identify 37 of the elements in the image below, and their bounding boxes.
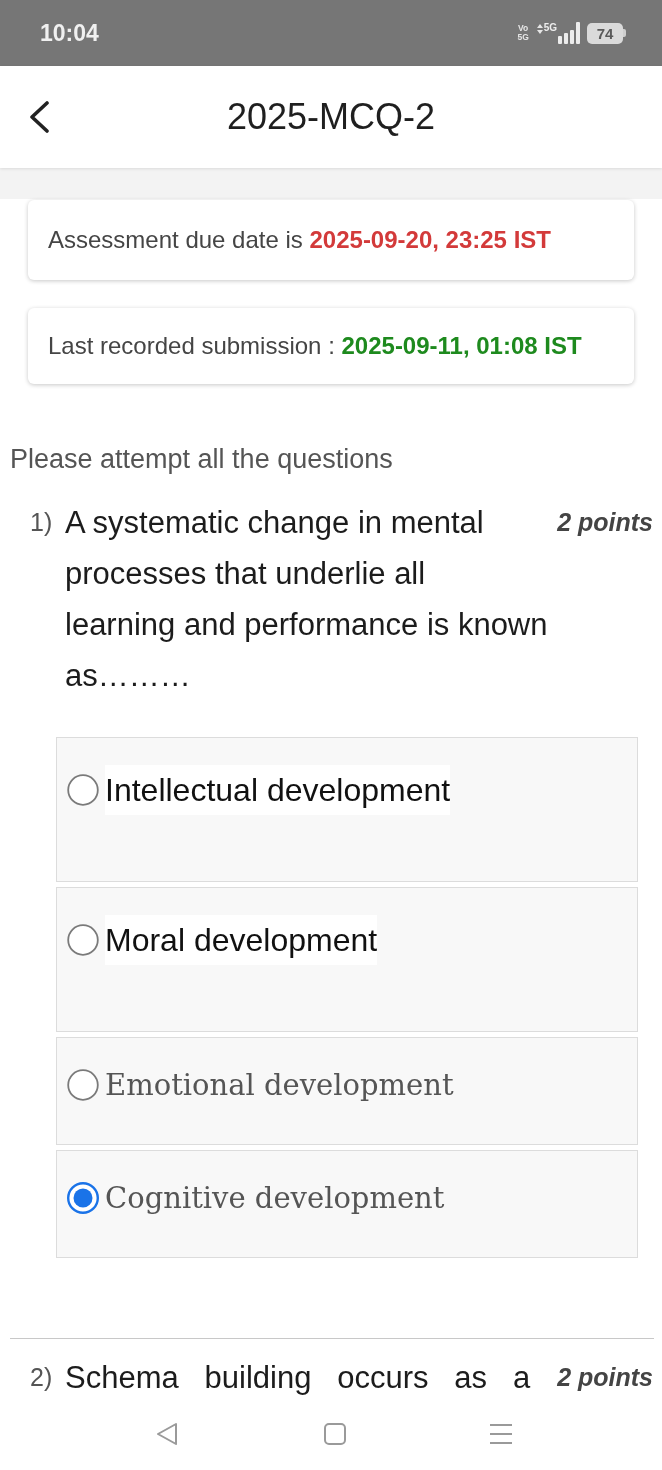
back-button[interactable] (28, 101, 50, 133)
points-label: 2 points (557, 1362, 653, 1392)
option-label: Cognitive development (105, 1180, 445, 1217)
question-text: A systematic change in mental processes that underlie all learning and performance is known as……… (65, 505, 548, 693)
battery-level: 74 (587, 22, 623, 44)
answer-option[interactable]: Moral development (56, 887, 638, 1032)
instructions-text: Please attempt all the questions (10, 443, 394, 475)
chevron-left-icon (28, 101, 50, 133)
radio-button[interactable] (67, 924, 99, 956)
option-label: Intellectual development (105, 765, 451, 815)
home-nav-button[interactable] (323, 1423, 346, 1445)
menu-icon (490, 1424, 512, 1444)
menu-nav-button[interactable] (490, 1424, 512, 1444)
status-time: 10:04 (40, 20, 99, 46)
triangle-back-icon (155, 1421, 179, 1447)
battery-cap-icon (623, 29, 626, 37)
option-label: Emotional development (105, 1067, 454, 1104)
data-arrows-icon (536, 24, 543, 34)
option-label: Moral development (105, 915, 378, 965)
question-text: Schema building occurs as a (65, 1360, 531, 1395)
question-number: 2) (30, 1362, 54, 1393)
radio-button[interactable] (67, 1182, 99, 1214)
answer-option[interactable]: Cognitive development (56, 1150, 638, 1258)
signal-icon (558, 22, 580, 44)
volte-label: Vo 5G (516, 24, 530, 42)
points-label: 2 points (557, 507, 653, 537)
notice-text: Assessment due date is 2025-09-20, 23:25 IST (48, 225, 551, 255)
question-number: 1) (30, 507, 54, 538)
notice-text: Last recorded submission : 2025-09-11, 01:08 IST (48, 331, 582, 361)
page-title: 2025-MCQ-2 (226, 96, 436, 138)
radio-button[interactable] (67, 774, 99, 806)
answer-option[interactable]: Intellectual development (56, 737, 638, 882)
radio-button[interactable] (67, 1069, 99, 1101)
network-type: 5G (543, 22, 557, 33)
square-home-icon (323, 1423, 346, 1445)
back-nav-button[interactable] (155, 1421, 179, 1447)
answer-option[interactable]: Emotional development (56, 1037, 638, 1145)
